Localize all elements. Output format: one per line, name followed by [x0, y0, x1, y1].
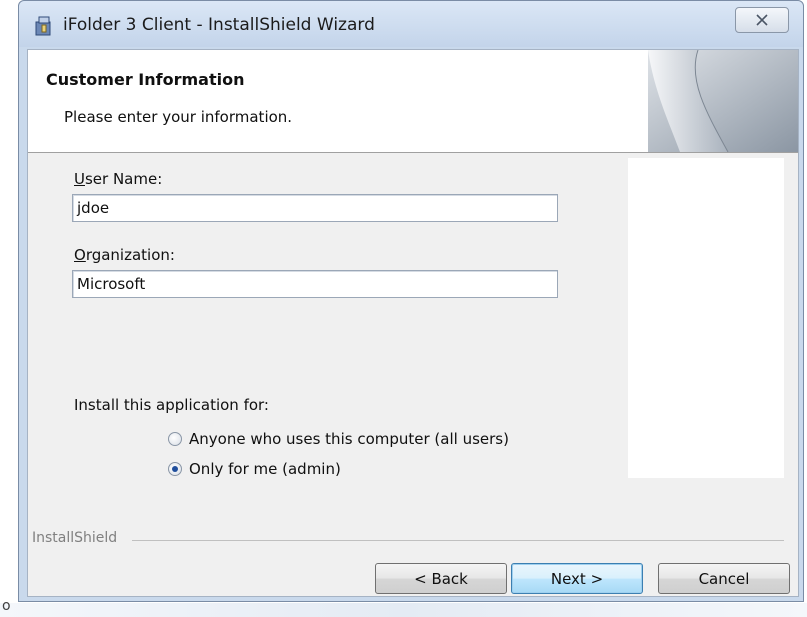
cancel-button[interactable]: Cancel — [658, 563, 790, 594]
page-title: Customer Information — [46, 70, 245, 89]
back-button[interactable]: < Back — [375, 563, 507, 594]
page-subtitle: Please enter your information. — [64, 108, 293, 126]
page-curl-graphic — [648, 50, 798, 152]
close-button[interactable] — [735, 7, 789, 33]
username-field[interactable]: jdoe — [72, 194, 558, 222]
radio-only-me[interactable]: Only for me (admin) — [168, 460, 341, 478]
organization-field[interactable]: Microsoft — [72, 270, 558, 298]
background-strip — [0, 603, 807, 617]
radio-button[interactable] — [168, 432, 182, 446]
username-label: User Name: — [74, 170, 163, 188]
close-icon — [756, 14, 768, 26]
background-text: o — [2, 598, 11, 614]
installer-package-icon — [35, 16, 51, 36]
header-banner: Customer Information Please enter your i… — [28, 50, 798, 153]
title-bar[interactable]: iFolder 3 Client - InstallShield Wizard — [19, 1, 803, 47]
radio-all-users[interactable]: Anyone who uses this computer (all users… — [168, 430, 509, 448]
radio-label: Anyone who uses this computer (all users… — [189, 430, 509, 448]
radio-label: Only for me (admin) — [189, 460, 341, 478]
next-button[interactable]: Next > — [511, 563, 643, 594]
installshield-brand: InstallShield — [32, 530, 124, 546]
install-for-label: Install this application for: — [74, 396, 269, 414]
radio-button-selected[interactable] — [168, 462, 182, 476]
installer-window: iFolder 3 Client - InstallShield Wizard … — [18, 0, 804, 602]
side-panel — [628, 158, 784, 478]
window-title: iFolder 3 Client - InstallShield Wizard — [63, 15, 375, 35]
wizard-body: Customer Information Please enter your i… — [27, 49, 799, 597]
organization-label: Organization: — [74, 246, 175, 264]
brand-divider — [132, 540, 784, 541]
